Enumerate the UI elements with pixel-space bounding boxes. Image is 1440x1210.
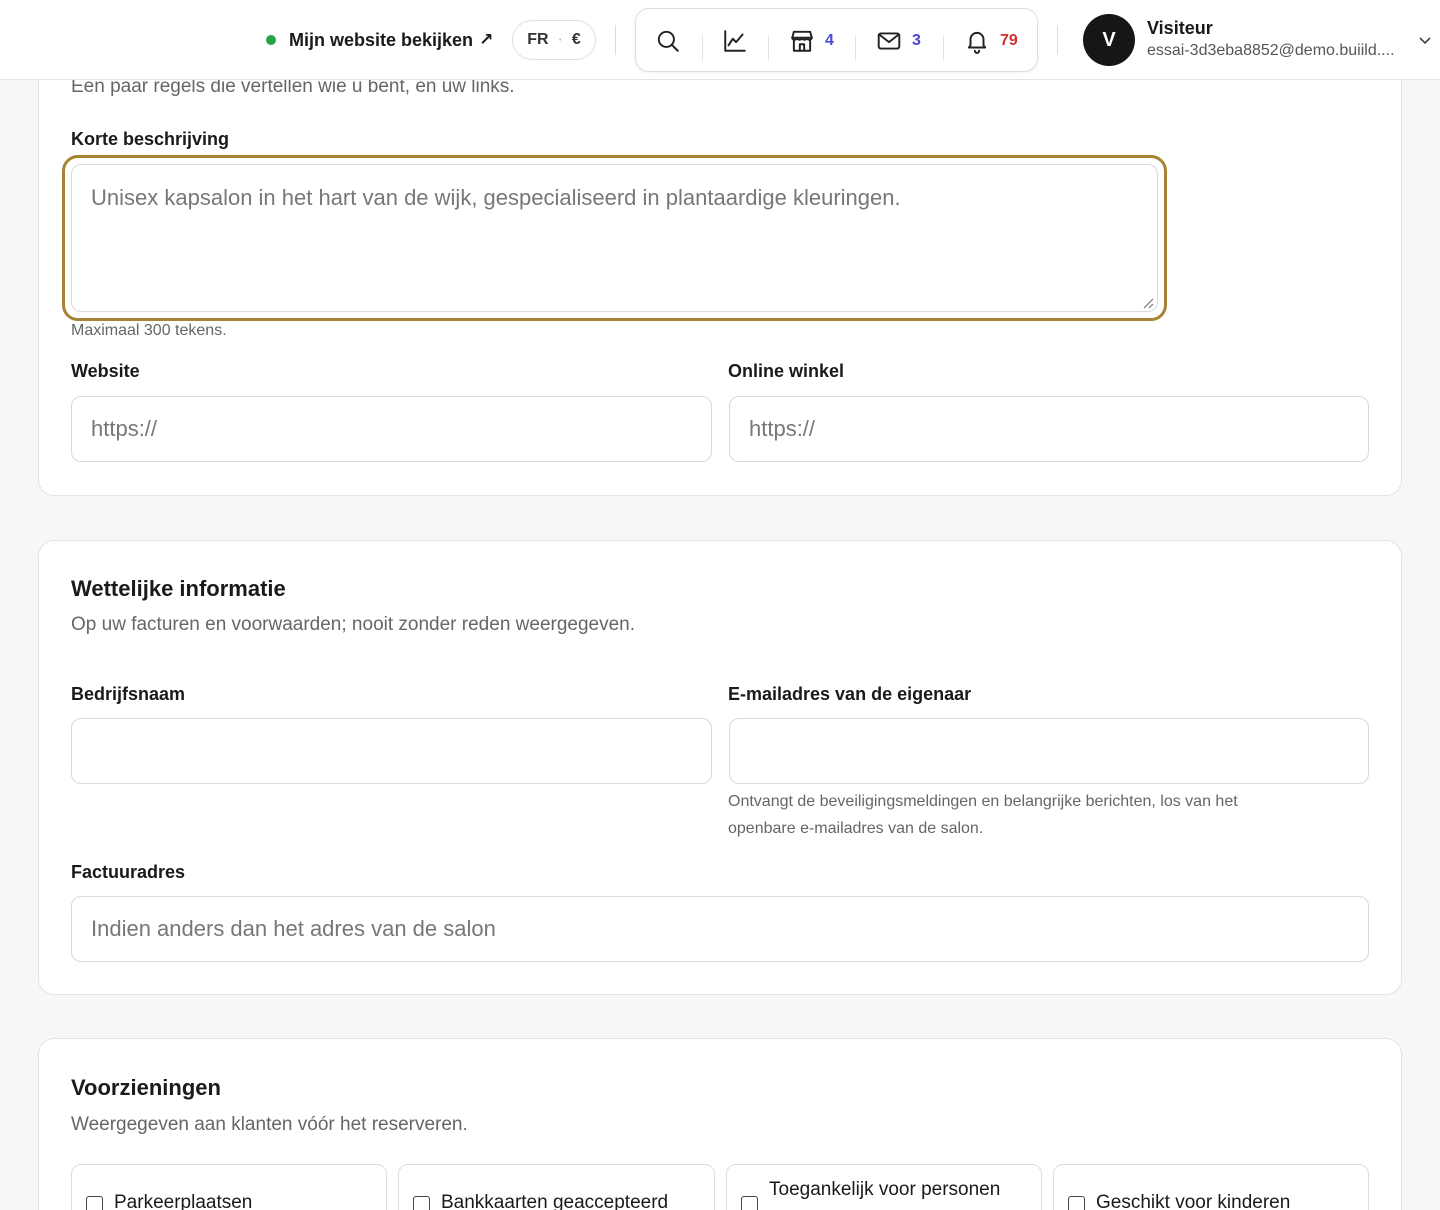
statistics-button[interactable] <box>722 9 748 73</box>
avatar[interactable]: V <box>1083 14 1135 66</box>
owner-email-help-line: Ontvangt de beveiligingsmeldingen en bel… <box>728 793 1238 810</box>
resize-grip-icon[interactable] <box>1142 297 1154 309</box>
messages-button[interactable]: 3 <box>876 9 921 73</box>
short-description-textarea[interactable] <box>71 164 1158 312</box>
mail-icon <box>877 32 901 50</box>
external-link-icon: ↗ <box>479 30 494 49</box>
header-divider <box>1057 25 1058 55</box>
store-icon <box>791 30 813 52</box>
view-website-label: Mijn website bekijken <box>289 29 474 50</box>
header-toolbox: 4 3 79 <box>635 8 1038 72</box>
amenity-checkbox[interactable] <box>741 1196 758 1210</box>
short-description-focus-ring <box>62 155 1167 321</box>
amenity-option-accessible[interactable]: Toegankelijk voor personen <box>726 1164 1042 1210</box>
online-status-dot <box>266 35 276 45</box>
toolbox-divider <box>855 35 856 61</box>
bell-icon <box>967 31 987 54</box>
legal-info-subtitle: Op uw facturen en voorwaarden; nooit zon… <box>71 614 636 635</box>
toolbox-divider <box>768 35 769 61</box>
locale-language: FR <box>527 31 549 48</box>
chevron-down-icon <box>1419 37 1431 45</box>
search-button[interactable] <box>655 9 681 73</box>
toolbox-divider <box>702 35 703 61</box>
short-description-label: Korte beschrijving <box>71 129 230 149</box>
toolbox-divider <box>943 35 944 61</box>
amenity-label: Bankkaarten geaccepteerd <box>441 1192 669 1210</box>
online-shop-input[interactable] <box>729 396 1369 462</box>
amenity-checkbox[interactable] <box>1068 1196 1085 1210</box>
website-label: Website <box>71 361 140 381</box>
owner-email-help-line: openbare e-mailadres van de salon. <box>728 820 984 837</box>
search-icon <box>657 30 679 52</box>
amenity-label: Geschikt voor kinderen <box>1096 1192 1291 1210</box>
website-input[interactable] <box>71 396 712 462</box>
shop-button[interactable]: 4 <box>789 9 834 73</box>
notifications-button[interactable]: 79 <box>964 9 1018 73</box>
online-shop-label: Online winkel <box>728 361 845 381</box>
short-description-help: Maximaal 300 tekens. <box>71 322 227 339</box>
legal-info-title: Wettelijke informatie <box>71 576 286 601</box>
notification-count-badge: 79 <box>1000 32 1018 49</box>
amenity-option-cards[interactable]: Bankkaarten geaccepteerd <box>398 1164 715 1210</box>
top-bar: Mijn website bekijken ↗ FR · € 4 3 79 V … <box>0 0 1440 80</box>
shop-count-badge: 4 <box>825 32 834 49</box>
amenity-checkbox[interactable] <box>413 1196 430 1210</box>
view-website-link[interactable]: Mijn website bekijken ↗ <box>266 26 493 54</box>
amenities-title: Voorzieningen <box>71 1075 221 1100</box>
amenities-subtitle: Weergegeven aan klanten vóór het reserve… <box>71 1114 468 1135</box>
header-divider <box>615 25 616 55</box>
amenity-option-parking[interactable]: Parkeerplaatsen <box>71 1164 387 1210</box>
owner-email-help: Ontvangt de beveiligingsmeldingen en bel… <box>728 788 1238 842</box>
amenity-label: Toegankelijk voor personen <box>769 1179 1001 1200</box>
owner-email-input[interactable] <box>729 718 1369 784</box>
mail-count-badge: 3 <box>912 32 921 49</box>
amenity-option-children[interactable]: Geschikt voor kinderen <box>1053 1164 1369 1210</box>
amenity-label: Parkeerplaatsen <box>114 1192 253 1210</box>
company-name-input[interactable] <box>71 718 712 784</box>
user-email: essai-3d3eba8852@demo.buiild.... <box>1147 42 1395 59</box>
billing-address-input[interactable] <box>71 896 1369 962</box>
chart-line-icon <box>724 30 746 52</box>
company-name-label: Bedrijfsnaam <box>71 684 186 704</box>
billing-address-label: Factuuradres <box>71 862 186 882</box>
locale-currency-switcher[interactable]: FR · € <box>512 20 596 60</box>
owner-email-label: E-mailadres van de eigenaar <box>728 684 972 704</box>
user-name: Visiteur <box>1147 18 1213 38</box>
locale-separator: · <box>557 31 563 48</box>
locale-currency: € <box>571 31 581 48</box>
amenity-checkbox[interactable] <box>86 1196 103 1210</box>
user-menu-toggle[interactable] <box>1415 30 1435 50</box>
